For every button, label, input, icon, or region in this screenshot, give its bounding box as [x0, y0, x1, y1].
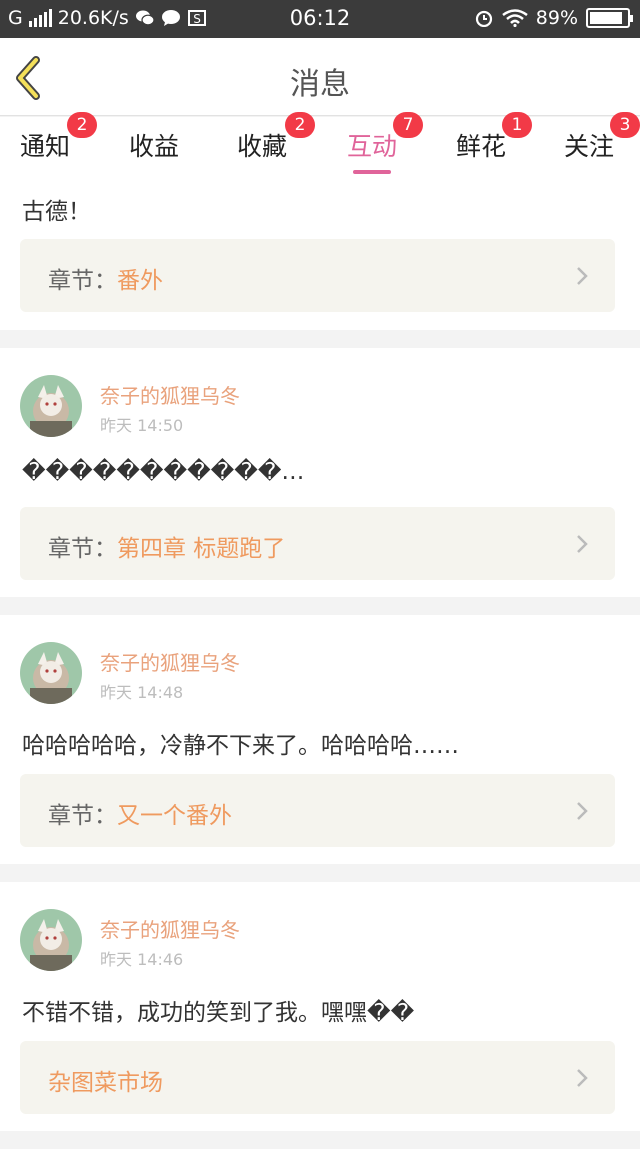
favorites-badge: 2 — [285, 112, 315, 138]
message-text: 不错不错，成功的笑到了我。嘿嘿�� — [22, 1000, 415, 1026]
chapter-link[interactable]: 章节：番外 — [20, 239, 615, 312]
tab-label: 通知 — [20, 132, 71, 161]
battery-icon — [586, 8, 633, 28]
message-text: 哈哈哈哈哈，冷静不下来了。哈哈哈哈…… — [22, 733, 459, 759]
user-avatar[interactable] — [20, 909, 82, 971]
chapter-prefix: 章节： — [48, 268, 117, 294]
chapter-link[interactable]: 章节：第四章 标题跑了 — [20, 507, 615, 580]
timestamp: 昨天 14:48 — [100, 683, 184, 702]
chapter-label: 章节：番外 — [48, 261, 163, 295]
chapter-prefix: 章节： — [48, 536, 117, 562]
avatar-image — [20, 375, 82, 437]
chapter-label: 章节：第四章 标题跑了 — [48, 529, 285, 563]
message-card: 古德！ 章节：番外 — [0, 175, 640, 330]
status-right: 89% — [474, 7, 633, 29]
username[interactable]: 奈子的狐狸乌冬 — [100, 647, 240, 676]
chevron-right-icon — [577, 802, 588, 820]
timestamp: 昨天 14:46 — [100, 950, 184, 969]
chapter-link[interactable]: 章节：又一个番外 — [20, 774, 615, 847]
tab-notifications[interactable]: 通知 — [20, 127, 70, 163]
wifi-icon — [502, 9, 528, 27]
message-text: �����������… — [22, 459, 305, 485]
message-card: 奈子的狐狸乌冬 昨天 14:46 不错不错，成功的笑到了我。嘿嘿�� 杂图菜市场 — [0, 882, 640, 1131]
battery-percent: 89% — [535, 7, 578, 29]
user-avatar[interactable] — [20, 642, 82, 704]
chevron-right-icon — [577, 535, 588, 553]
notifications-badge: 2 — [67, 112, 97, 138]
tab-earnings[interactable]: 收益 — [129, 127, 179, 163]
tab-interactions[interactable]: 互动 — [347, 127, 398, 174]
status-bar: G 20.6K/s S 06:12 89% — [0, 0, 640, 38]
chevron-right-icon — [577, 267, 588, 285]
tab-label: 收藏 — [237, 132, 288, 161]
tab-label: 关注 — [564, 132, 615, 161]
message-card: 奈子的狐狸乌冬 昨天 14:50 �����������… 章节：第四章 标题跑… — [0, 348, 640, 597]
chapter-title: 又一个番外 — [117, 803, 232, 829]
tab-favorites[interactable]: 收藏 — [237, 127, 287, 163]
chevron-right-icon — [577, 1069, 588, 1087]
tab-label: 互动 — [347, 132, 398, 161]
avatar-image — [20, 642, 82, 704]
alarm-icon — [475, 10, 492, 27]
chapter-title: 第四章 标题跑了 — [117, 536, 286, 562]
nav-header: 消息 — [0, 38, 640, 116]
tab-following[interactable]: 关注 — [564, 127, 614, 163]
tab-flowers[interactable]: 鲜花 — [456, 127, 506, 163]
active-tab-indicator — [353, 170, 392, 174]
message-card: 奈子的狐狸乌冬 昨天 14:48 哈哈哈哈哈，冷静不下来了。哈哈哈哈…… 章节：… — [0, 615, 640, 864]
chapter-title: 番外 — [117, 268, 163, 294]
following-badge: 3 — [610, 112, 640, 138]
username[interactable]: 奈子的狐狸乌冬 — [100, 914, 240, 943]
chapter-title: 杂图菜市场 — [48, 1070, 163, 1096]
avatar-image — [20, 909, 82, 971]
page-title: 消息 — [290, 67, 350, 102]
chapter-link[interactable]: 杂图菜市场 — [20, 1041, 615, 1114]
timestamp: 昨天 14:50 — [100, 416, 184, 435]
username[interactable]: 奈子的狐狸乌冬 — [100, 380, 240, 409]
tab-bar: 通知 2 收益 收藏 2 互动 7 鲜花 1 关注 3 — [0, 112, 640, 175]
chapter-label: 杂图菜市场 — [48, 1063, 163, 1097]
flowers-badge: 1 — [502, 112, 532, 138]
chapter-prefix: 章节： — [48, 803, 117, 829]
interactions-badge: 7 — [393, 112, 423, 138]
tab-label: 鲜花 — [456, 132, 507, 161]
tab-label: 收益 — [129, 132, 180, 161]
user-avatar[interactable] — [20, 375, 82, 437]
chapter-label: 章节：又一个番外 — [48, 796, 232, 830]
message-text: 古德！ — [22, 199, 91, 225]
